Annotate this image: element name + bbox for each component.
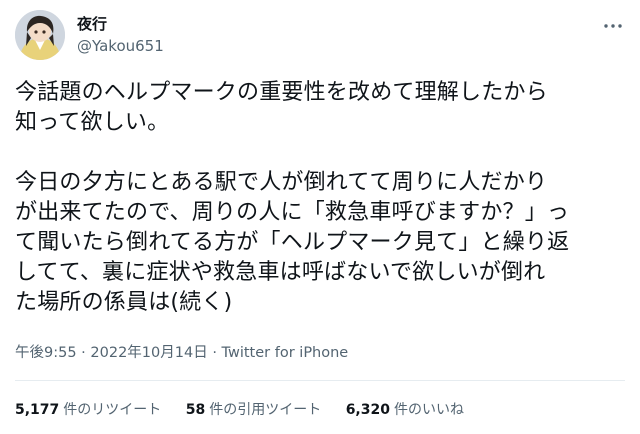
quotes-label: 件の引用ツイート [209, 402, 322, 418]
avatar[interactable] [15, 10, 65, 60]
quotes-stat[interactable]: 58 件の引用ツイート [186, 399, 321, 419]
retweets-count: 5,177 [15, 402, 60, 418]
divider [15, 380, 625, 381]
tweet-header: 夜行 @Yakou651 [15, 10, 625, 62]
tweet-source[interactable]: Twitter for iPhone [222, 345, 349, 361]
user-avatar-icon [15, 10, 65, 60]
tweet-meta: 午後9:55 · 2022年10月14日 · Twitter for iPhon… [15, 341, 348, 362]
likes-stat[interactable]: 6,320 件のいいね [346, 399, 464, 419]
user-handle[interactable]: @Yakou651 [77, 36, 164, 56]
quotes-count: 58 [185, 402, 206, 418]
retweets-stat[interactable]: 5,177 件のリツイート [15, 399, 161, 419]
likes-label: 件のいいね [393, 402, 464, 418]
more-options-button[interactable] [601, 14, 625, 38]
tweet-date[interactable]: 2022年10月14日 [90, 345, 207, 361]
display-name[interactable]: 夜行 [77, 14, 164, 34]
retweets-label: 件のリツイート [63, 402, 162, 418]
more-dots-icon [604, 24, 622, 28]
user-info[interactable]: 夜行 @Yakou651 [77, 14, 164, 56]
meta-separator: · [212, 345, 217, 361]
likes-count: 6,320 [345, 402, 390, 418]
engagement-stats: 5,177 件のリツイート 58 件の引用ツイート 6,320 件のいいね [15, 399, 484, 419]
meta-separator: · [81, 345, 86, 361]
tweet-time[interactable]: 午後9:55 [15, 345, 77, 361]
tweet-text: 今話題のヘルプマークの重要性を改めて理解したから 知って欲しい。 今日の夕方にと… [15, 80, 570, 315]
